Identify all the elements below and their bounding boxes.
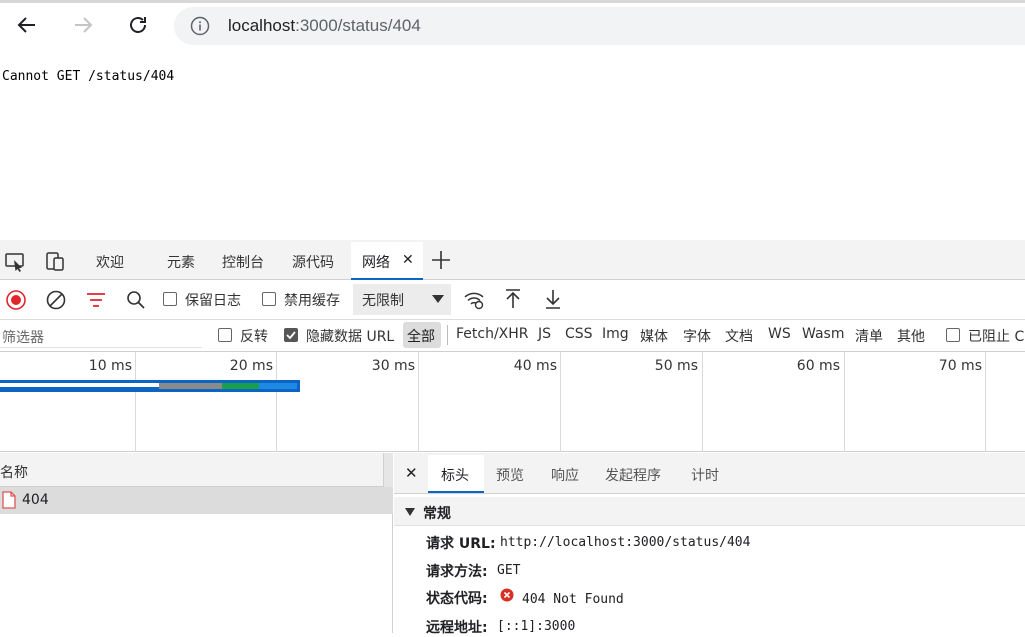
table-row[interactable]: 404 [0, 487, 393, 514]
disable-cache-checkbox[interactable] [262, 292, 276, 306]
header-value: http://localhost:3000/status/404 [500, 535, 751, 550]
reload-button[interactable] [123, 10, 153, 40]
tab-headers[interactable]: 标头 [441, 465, 469, 485]
reload-icon [130, 17, 146, 33]
type-fetch-xhr[interactable]: Fetch/XHR [456, 326, 529, 342]
type-ws[interactable]: WS [768, 326, 791, 342]
type-other[interactable]: 其他 [897, 326, 925, 346]
type-all[interactable]: 全部 [407, 326, 435, 346]
timeline-request-bar [0, 380, 300, 392]
type-js[interactable]: JS [538, 326, 551, 342]
chevron-down-icon [432, 294, 444, 304]
tab-network[interactable]: 网络 [362, 252, 390, 272]
timeline-tick: 30 ms [371, 358, 415, 374]
type-manifest[interactable]: 清单 [855, 326, 883, 346]
add-tab-icon[interactable] [430, 249, 452, 271]
triangle-down-icon [405, 508, 415, 516]
device-toolbar-icon[interactable] [44, 250, 66, 272]
type-img[interactable]: Img [602, 326, 629, 342]
gridline [418, 352, 419, 452]
header-key: 远程地址: [426, 620, 488, 636]
blocked-checkbox[interactable] [946, 328, 960, 342]
throttle-value: 无限制 [362, 293, 404, 309]
header-value: GET [497, 563, 521, 578]
clear-icon[interactable] [45, 289, 67, 311]
arrow-right-icon [75, 17, 93, 33]
hide-data-urls-label: 隐藏数据 URL [306, 329, 395, 345]
gridline [844, 352, 845, 452]
gridline [560, 352, 561, 452]
file-error-icon [2, 491, 16, 509]
tab-elements[interactable]: 元素 [167, 252, 195, 272]
type-doc[interactable]: 文档 [725, 326, 753, 346]
header-value: [::1]:3000 [497, 619, 576, 634]
tab-response[interactable]: 响应 [551, 465, 579, 485]
timeline-tick: 50 ms [654, 358, 698, 374]
filter-icon[interactable] [85, 290, 107, 310]
disable-cache-label: 禁用缓存 [284, 293, 340, 309]
back-button[interactable] [12, 10, 42, 40]
type-wasm[interactable]: Wasm [802, 326, 844, 342]
general-section-header[interactable] [394, 497, 1025, 526]
error-status-icon [500, 588, 514, 602]
type-media[interactable]: 媒体 [640, 326, 668, 346]
preserve-log-checkbox[interactable] [163, 292, 177, 306]
url-path: :3000/status/404 [295, 16, 421, 35]
header-key: 状态代码: [426, 591, 488, 607]
timeline-tick: 60 ms [796, 358, 840, 374]
type-css[interactable]: CSS [565, 326, 593, 342]
invert-label: 反转 [240, 329, 268, 345]
divider [447, 325, 448, 345]
timeline-tick: 10 ms [88, 358, 132, 374]
tab-welcome[interactable]: 欢迎 [96, 252, 124, 272]
close-tab-icon[interactable]: ✕ [402, 252, 414, 268]
info-icon[interactable] [190, 16, 210, 36]
tab-sources[interactable]: 源代码 [292, 252, 334, 272]
header-key: 请求方法: [426, 564, 488, 580]
check-icon [286, 331, 296, 340]
type-font[interactable]: 字体 [683, 326, 711, 346]
filter-input[interactable]: 筛选器 [0, 322, 202, 348]
gridline [985, 352, 986, 452]
request-name: 404 [22, 492, 49, 508]
timeline-tick: 40 ms [513, 358, 557, 374]
preserve-log-label: 保留日志 [185, 293, 241, 309]
arrow-left-icon [17, 17, 35, 33]
general-section-title: 常规 [423, 506, 451, 522]
page-message: Cannot GET /status/404 [2, 69, 175, 84]
scrollbar[interactable] [383, 453, 393, 487]
header-value: 404 Not Found [522, 592, 624, 607]
request-list-body [0, 514, 393, 633]
close-detail-icon[interactable]: ✕ [405, 464, 418, 482]
tab-initiator[interactable]: 发起程序 [605, 465, 661, 485]
name-column-header: 名称 [0, 465, 28, 481]
gridline [135, 352, 136, 452]
gridline [276, 352, 277, 452]
timeline-tick: 20 ms [229, 358, 273, 374]
blocked-label: 已阻止 C [968, 329, 1025, 345]
hide-data-urls-checkbox[interactable] [284, 328, 298, 342]
invert-checkbox[interactable] [218, 328, 232, 342]
timeline-tick: 70 ms [938, 358, 982, 374]
record-icon[interactable] [5, 289, 27, 311]
url-text[interactable]: localhost:3000/status/404 [228, 16, 421, 36]
network-conditions-icon[interactable] [463, 289, 485, 311]
import-har-icon[interactable] [503, 288, 523, 310]
devtools-tabbar [0, 240, 1025, 280]
gridline [702, 352, 703, 452]
url-host: localhost [228, 16, 296, 35]
tab-console[interactable]: 控制台 [222, 252, 264, 272]
header-key: 请求 URL: [426, 536, 496, 552]
tab-preview[interactable]: 预览 [496, 465, 524, 485]
export-har-icon[interactable] [543, 288, 563, 310]
forward-button[interactable] [68, 10, 98, 40]
request-list-header[interactable]: 名称 [0, 453, 393, 487]
tab-timing[interactable]: 计时 [691, 465, 719, 485]
inspect-element-icon[interactable] [4, 250, 26, 272]
search-icon[interactable] [125, 289, 147, 311]
